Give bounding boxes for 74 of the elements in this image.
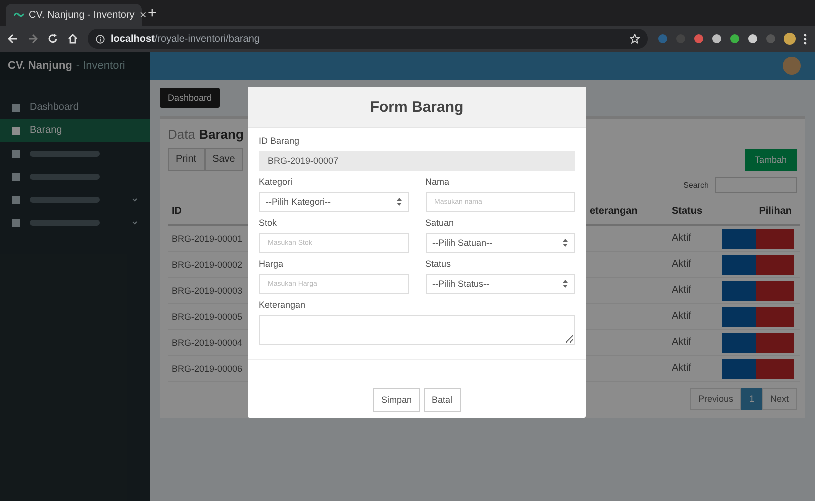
updown-arrow-icon: [563, 239, 568, 247]
pagination-button[interactable]: Next: [762, 388, 797, 410]
modal-title: Form Barang: [370, 98, 464, 116]
field-label: Nama: [426, 177, 451, 187]
back-icon[interactable]: [8, 34, 18, 44]
square-icon: [12, 126, 20, 134]
table-cell: BRG-2019-00006: [172, 364, 243, 374]
edit-button[interactable]: [722, 306, 756, 326]
square-icon: [12, 104, 20, 112]
export-button[interactable]: Save: [204, 148, 244, 171]
sidebar-item[interactable]: Dashboard: [0, 96, 150, 119]
modal-button[interactable]: Batal: [424, 388, 461, 412]
table-cell: BRG-2019-00003: [172, 286, 243, 296]
delete-button[interactable]: [756, 306, 794, 326]
column-header[interactable]: ID: [172, 206, 182, 217]
info-icon: [96, 34, 105, 44]
updown-arrow-icon: [563, 280, 568, 288]
edit-button[interactable]: [722, 358, 756, 378]
table-cell: BRG-2019-00001: [172, 234, 243, 244]
card-title: Data Barang: [168, 127, 244, 142]
address-bar[interactable]: localhost/royale-inventori/barang: [88, 29, 648, 49]
forward-icon[interactable]: [28, 34, 38, 44]
menu-icon[interactable]: [804, 34, 807, 44]
table-cell: Aktif: [672, 337, 692, 348]
wave-icon: [14, 12, 24, 18]
square-icon: [12, 218, 20, 226]
table-cell: Aktif: [672, 311, 692, 322]
select-field[interactable]: --Pilih Satuan--: [426, 233, 575, 253]
select-field[interactable]: --Pilih Kategori--: [259, 192, 408, 212]
field-label: ID Barang: [259, 136, 301, 146]
textarea-field[interactable]: [259, 315, 575, 345]
new-tab-button[interactable]: +: [148, 4, 157, 22]
search-field[interactable]: [715, 177, 797, 193]
table-cell: Aktif: [672, 285, 692, 296]
home-icon[interactable]: [68, 34, 78, 44]
reload-icon[interactable]: [48, 34, 58, 44]
delete-button[interactable]: [756, 358, 794, 378]
updown-arrow-icon: [396, 198, 402, 206]
delete-button[interactable]: [756, 254, 794, 274]
column-header[interactable]: Status: [672, 206, 703, 217]
delete-button[interactable]: [756, 228, 794, 248]
delete-button[interactable]: [756, 332, 794, 352]
square-icon: [12, 172, 20, 180]
table-cell: BRG-2019-00005: [172, 312, 243, 322]
table-cell: BRG-2019-00002: [172, 260, 243, 270]
table-cell: Aktif: [672, 363, 692, 374]
field-label: Harga: [259, 259, 285, 269]
delete-button[interactable]: [756, 280, 794, 300]
breadcrumb-button[interactable]: Dashboard: [160, 88, 220, 108]
column-header[interactable]: eterangan: [590, 206, 638, 217]
square-icon: [12, 196, 20, 204]
square-icon: [12, 150, 20, 158]
table-cell: BRG-2019-00004: [172, 338, 243, 348]
edit-button[interactable]: [722, 254, 756, 274]
field-label: Satuan: [426, 218, 456, 228]
pagination-button[interactable]: Previous: [690, 388, 742, 410]
edit-button[interactable]: [722, 228, 756, 248]
select-field[interactable]: --Pilih Status--: [426, 274, 575, 294]
table-cell: Aktif: [672, 259, 692, 270]
export-button[interactable]: Print: [168, 148, 205, 171]
close-tab-button[interactable]: ×: [140, 8, 147, 22]
field-label: Status: [426, 259, 452, 269]
field-label: Stok: [259, 218, 278, 228]
search-label: Search: [684, 180, 709, 190]
edit-button[interactable]: [722, 332, 756, 352]
sidebar-item[interactable]: Barang: [0, 119, 150, 142]
star-icon[interactable]: [630, 34, 640, 44]
column-header[interactable]: Pilihan: [759, 206, 792, 217]
modal-button[interactable]: Simpan: [373, 388, 420, 412]
table-cell: Aktif: [672, 233, 692, 244]
field-label: Kategori: [259, 177, 294, 187]
profile-icon[interactable]: [784, 33, 796, 45]
field-label: Keterangan: [259, 300, 307, 310]
edit-button[interactable]: [722, 280, 756, 300]
